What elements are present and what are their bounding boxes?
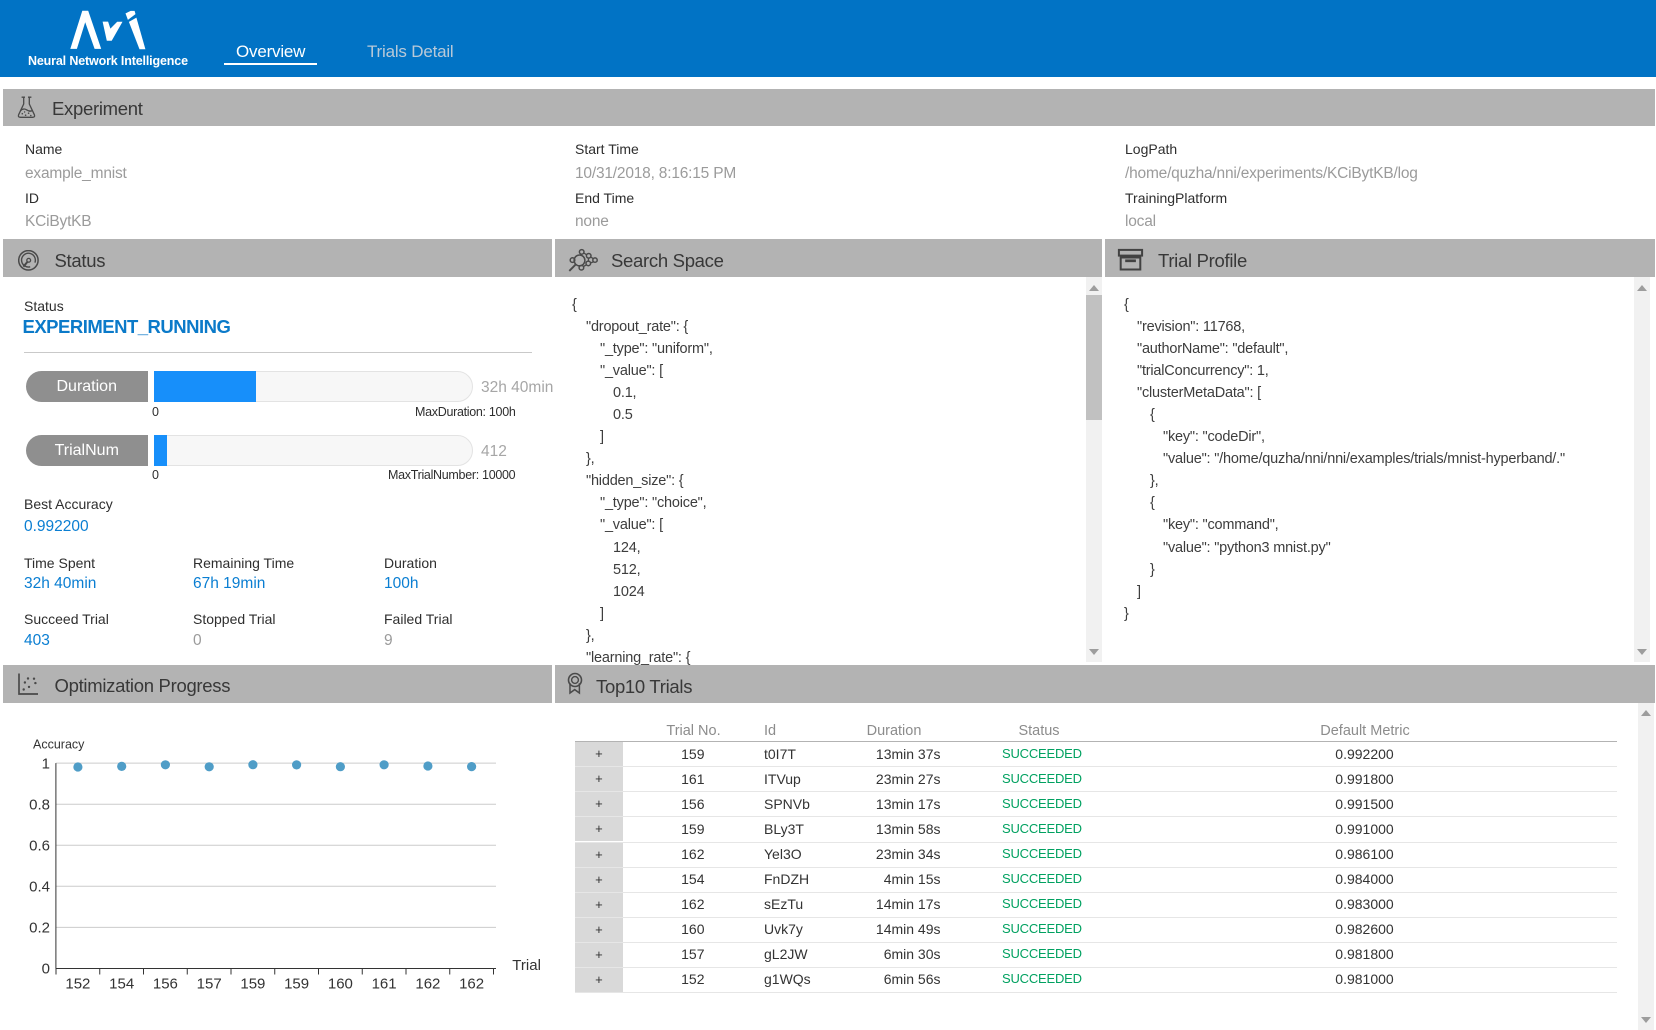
svg-text:Accuracy: Accuracy: [33, 737, 85, 751]
svg-text:Trial: Trial: [512, 957, 541, 974]
svg-text:0.6: 0.6: [29, 837, 50, 854]
svg-text:154: 154: [109, 975, 134, 992]
svg-text:159: 159: [284, 975, 309, 992]
svg-text:157: 157: [197, 975, 222, 992]
svg-text:159: 159: [240, 975, 265, 992]
svg-text:0: 0: [42, 960, 50, 977]
svg-text:162: 162: [459, 975, 484, 992]
svg-text:161: 161: [372, 975, 397, 992]
svg-text:0.8: 0.8: [29, 796, 50, 813]
svg-text:162: 162: [415, 975, 440, 992]
svg-text:156: 156: [153, 975, 178, 992]
svg-text:152: 152: [65, 975, 90, 992]
svg-text:160: 160: [328, 975, 353, 992]
svg-text:0.2: 0.2: [29, 919, 50, 936]
svg-text:0.4: 0.4: [29, 878, 50, 895]
svg-text:1: 1: [42, 755, 50, 772]
